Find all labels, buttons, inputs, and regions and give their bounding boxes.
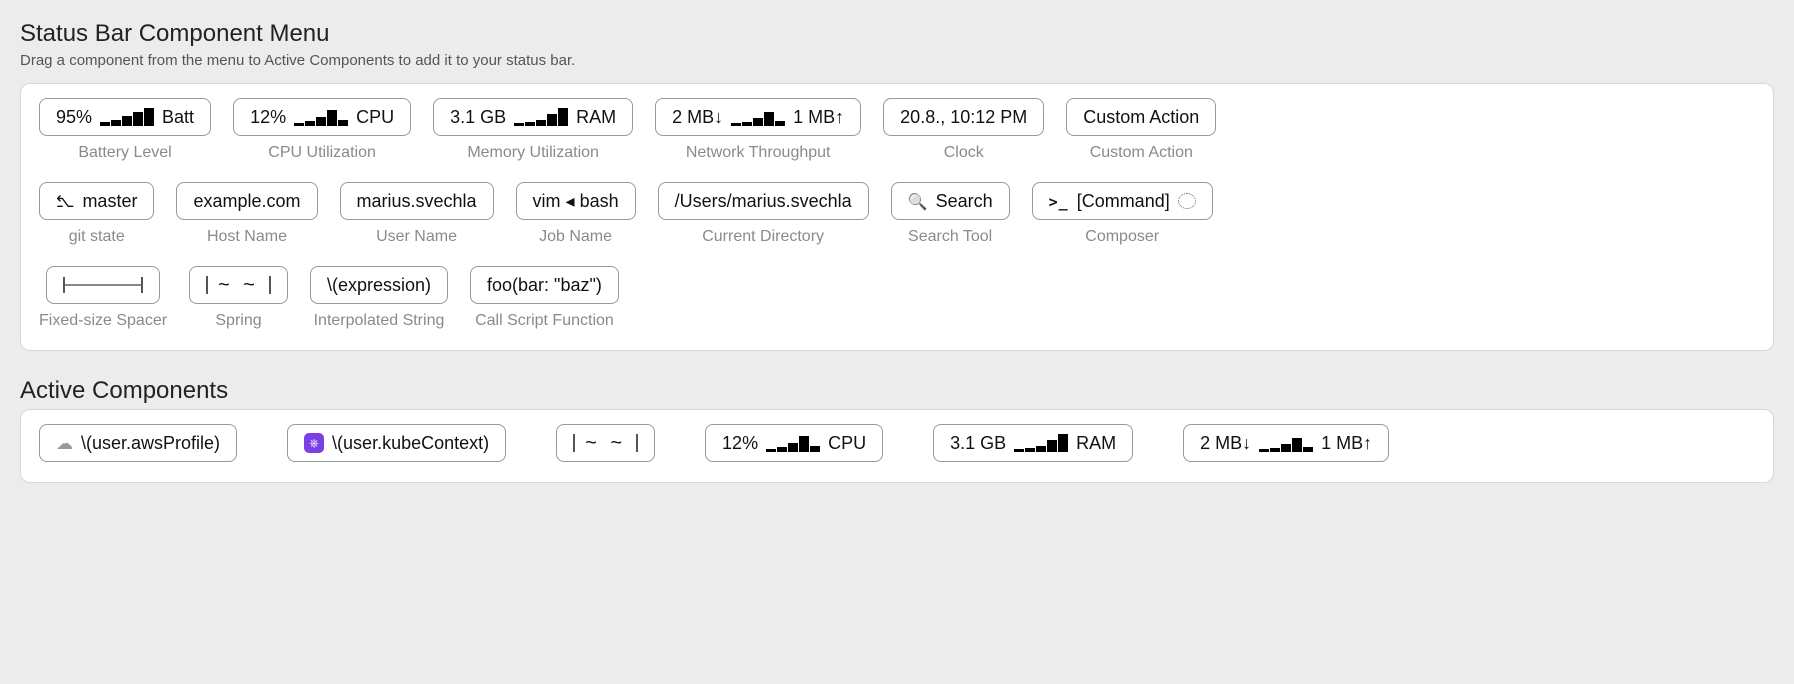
sparkline-icon: [731, 108, 785, 126]
value-right: RAM: [1076, 433, 1116, 454]
spacer-icon: [63, 276, 143, 294]
component-label: Spring: [215, 312, 261, 330]
sparkline-icon: [1014, 434, 1068, 452]
component-label: Battery Level: [78, 144, 171, 162]
component-label: User Name: [376, 228, 457, 246]
component-label: Interpolated String: [314, 312, 445, 330]
component-script[interactable]: foo(bar: "baz"): [470, 266, 619, 304]
terminal-icon: [1049, 191, 1069, 212]
sparkline-icon: [100, 108, 154, 126]
value-text: master: [82, 191, 137, 212]
component-net[interactable]: 2 MB↓ 1 MB↑: [655, 98, 861, 136]
value-left: 3.1 GB: [950, 433, 1006, 454]
value-left: 3.1 GB: [450, 107, 506, 128]
kubernetes-icon: [304, 433, 324, 453]
component-label: Search Tool: [908, 228, 992, 246]
value-text: \(user.awsProfile): [81, 433, 220, 454]
component-job[interactable]: vim ◂ bash: [516, 182, 636, 220]
component-user[interactable]: marius.svechla: [340, 182, 494, 220]
component-label: Memory Utilization: [467, 144, 599, 162]
component-label: CPU Utilization: [268, 144, 376, 162]
component-kube[interactable]: \(user.kubeContext): [287, 424, 506, 462]
value-right: CPU: [828, 433, 866, 454]
component-label: Custom Action: [1090, 144, 1193, 162]
value-left: 2 MB↓: [672, 107, 723, 128]
component-custom[interactable]: Custom Action: [1066, 98, 1216, 136]
sparkline-icon: [1259, 434, 1313, 452]
value-text: \(expression): [327, 275, 431, 296]
component-label: Composer: [1085, 228, 1159, 246]
sparkline-icon: [294, 108, 348, 126]
value-text: \(user.kubeContext): [332, 433, 489, 454]
branch-icon: [56, 191, 74, 212]
component-clock[interactable]: 20.8., 10:12 PM: [883, 98, 1044, 136]
component-label: Current Directory: [702, 228, 824, 246]
component-ram2[interactable]: 3.1 GB RAM: [933, 424, 1133, 462]
component-spacer[interactable]: [46, 266, 160, 304]
value-text: marius.svechla: [357, 191, 477, 212]
cloud-icon: [56, 433, 73, 454]
active-components-panel: \(user.awsProfile) \(user.kubeContext) ~ ~…: [20, 409, 1774, 483]
value-right: Batt: [162, 107, 194, 128]
value-right: 1 MB↑: [793, 107, 844, 128]
component-ram[interactable]: 3.1 GB RAM: [433, 98, 633, 136]
component-spring2[interactable]: ~ ~: [556, 424, 655, 462]
value-left: 95%: [56, 107, 92, 128]
component-spring[interactable]: ~ ~: [189, 266, 288, 304]
component-host[interactable]: example.com: [176, 182, 317, 220]
value-left: 2 MB↓: [1200, 433, 1251, 454]
value-left: 12%: [250, 107, 286, 128]
component-cpu2[interactable]: 12% CPU: [705, 424, 883, 462]
component-cpu[interactable]: 12% CPU: [233, 98, 411, 136]
component-label: Clock: [944, 144, 984, 162]
sparkline-icon: [766, 434, 820, 452]
component-aws[interactable]: \(user.awsProfile): [39, 424, 237, 462]
spring-icon: ~ ~: [573, 432, 638, 455]
active-title: Active Components: [20, 377, 1774, 405]
value-right: RAM: [576, 107, 616, 128]
component-label: Network Throughput: [686, 144, 831, 162]
component-interp[interactable]: \(expression): [310, 266, 448, 304]
value-text: vim ◂ bash: [533, 191, 619, 212]
menu-title: Status Bar Component Menu: [20, 20, 1774, 48]
value-text: 20.8., 10:12 PM: [900, 107, 1027, 128]
menu-description: Drag a component from the menu to Active…: [20, 52, 1774, 69]
value-left: 12%: [722, 433, 758, 454]
value-text: Search: [936, 191, 993, 212]
component-search[interactable]: Search: [891, 182, 1010, 220]
value-text: example.com: [193, 191, 300, 212]
component-label: git state: [69, 228, 125, 246]
component-git[interactable]: master: [39, 182, 154, 220]
spring-icon: ~ ~: [206, 274, 271, 297]
sparkline-icon: [514, 108, 568, 126]
component-cwd[interactable]: /Users/marius.svechla: [658, 182, 869, 220]
value-right: 1 MB↑: [1321, 433, 1372, 454]
component-battery[interactable]: 95% Batt: [39, 98, 211, 136]
value-text: /Users/marius.svechla: [675, 191, 852, 212]
value-text: [Command]: [1077, 191, 1170, 212]
value-right: CPU: [356, 107, 394, 128]
component-net2[interactable]: 2 MB↓ 1 MB↑: [1183, 424, 1389, 462]
search-icon: [908, 191, 928, 212]
component-label: Call Script Function: [475, 312, 614, 330]
speech-bubble-icon: [1178, 193, 1196, 209]
component-label: Host Name: [207, 228, 287, 246]
component-composer[interactable]: [Command]: [1032, 182, 1213, 220]
component-label: Fixed-size Spacer: [39, 312, 167, 330]
value-text: Custom Action: [1083, 107, 1199, 128]
component-menu-panel: 95% Batt Battery Level 12% CPU CPU Utilizatio…: [20, 83, 1774, 351]
value-text: foo(bar: "baz"): [487, 275, 602, 296]
component-label: Job Name: [539, 228, 612, 246]
